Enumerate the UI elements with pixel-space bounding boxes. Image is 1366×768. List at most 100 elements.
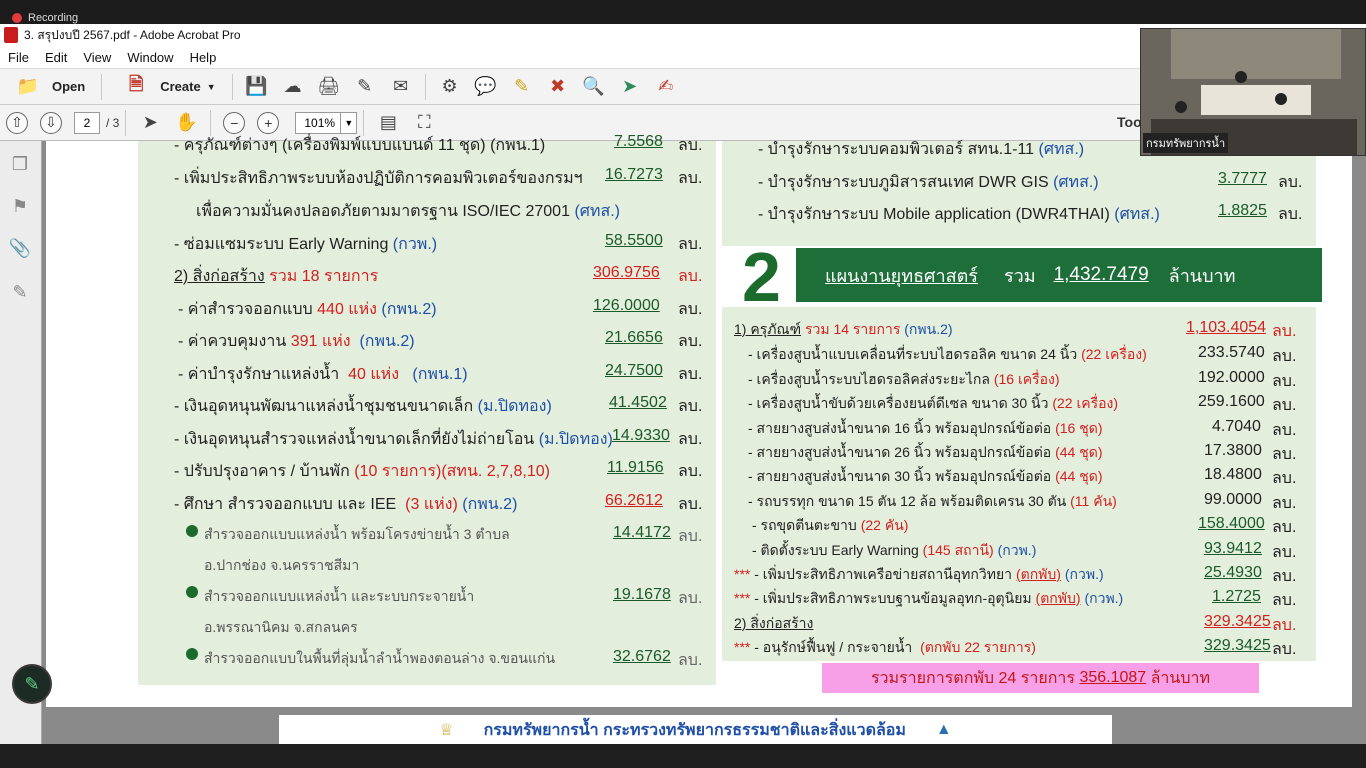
study-line-2-location: อ.พรรณานิคม จ.สกลนคร <box>204 619 358 635</box>
construction-total: 329.3425 <box>1204 613 1271 630</box>
equipment-amount-2: 192.0000 <box>1198 369 1265 386</box>
equipment-amount-4: 4.7040 <box>1212 418 1261 435</box>
chevron-down-icon: ▼ <box>206 81 216 92</box>
strategy-header: แผนงานยุทธศาสตร์ รวม 1,432.7479 ล้านบาท <box>796 248 1322 302</box>
fit-page-icon[interactable]: ▤ <box>376 112 400 134</box>
previous-page-icon[interactable]: ⇧ <box>6 111 28 134</box>
construction-header: 2) สิ่งก่อสร้าง <box>734 615 814 631</box>
left-line-4: - ค่าสำรวจออกแบบ 440 แห่ง (กพน.2) <box>178 301 437 318</box>
study-line-3: สำรวจออกแบบในพื้นที่ลุ่มน้ำลำน้ำพองตอนล่… <box>204 650 556 666</box>
equipment-header: 1) ครุภัณฑ์ รวม 14 รายการ (กพน.2) <box>734 321 953 337</box>
zoom-value: 101% <box>304 115 336 130</box>
edit-document-icon[interactable]: ✎ <box>353 76 377 98</box>
equipment-amount-1: 233.5740 <box>1198 344 1265 361</box>
right-top-unit-1: ลบ. <box>1278 174 1303 191</box>
toolbar-divider <box>101 73 103 100</box>
equipment-amount-6: 18.4800 <box>1204 466 1262 483</box>
save-icon[interactable]: 💾 <box>245 76 269 98</box>
zoom-select[interactable]: 101% ▼ <box>295 111 358 134</box>
annotate-pencil-icon[interactable]: ✎ <box>12 664 52 704</box>
equipment-item-3: - เครื่องสูบน้ำขับด้วยเครื่องยนต์ดีเซล ข… <box>748 395 1119 411</box>
search-document-icon[interactable]: 🔍 <box>582 76 606 98</box>
tools-pane-button[interactable]: Too <box>1117 114 1142 130</box>
left-line-0: - ครุภัณฑ์ต่างๆ (เครื่องพิมพ์แบบแบนด์ 11… <box>174 137 546 154</box>
summary-amount: 356.1087 <box>1079 669 1147 686</box>
study-line-2: สำรวจออกแบบแหล่งน้ำ และระบบกระจายน้ำ <box>204 588 475 604</box>
equipment-item-11: *** - เพิ่มประสิทธิภาพระบบฐานข้อมูลอุทก-… <box>734 590 1124 606</box>
left-line-2: - ซ่อมแซมระบบ Early Warning (กวพ.) <box>174 236 438 253</box>
highlight-icon[interactable]: ✎ <box>510 76 534 98</box>
equipment-amount-8: 158.4000 <box>1198 515 1265 532</box>
left-amount-6: 24.7500 <box>605 362 663 379</box>
menu-view[interactable]: View <box>75 50 119 65</box>
document-view[interactable]: - ครุภัณฑ์ต่างๆ (เครื่องพิมพ์แบบแบนด์ 11… <box>42 133 1366 745</box>
os-bottom-bar <box>0 744 1366 768</box>
left-line-7: - เงินอุดหนุนพัฒนาแหล่งน้ำชุมชนขนาดเล็ก … <box>174 398 552 415</box>
left-amount-3: 306.9756 <box>593 264 660 281</box>
create-button[interactable]: 🗎 Create ▼ <box>108 72 225 102</box>
next-page-icon[interactable]: ⇩ <box>40 111 62 134</box>
left-unit-0: ลบ. <box>678 137 703 154</box>
equipment-amount-10: 25.4930 <box>1204 564 1262 581</box>
equipment-amount-9: 93.9412 <box>1204 540 1262 557</box>
right-top-amount-1: 3.7777 <box>1218 170 1267 187</box>
comment-icon[interactable]: 💬 <box>474 76 498 98</box>
left-line-1: - เพิ่มประสิทธิภาพระบบห้องปฏิบัติการคอมพ… <box>174 170 583 187</box>
left-unit-1: ลบ. <box>678 170 703 187</box>
menu-help[interactable]: Help <box>182 50 225 65</box>
create-pdf-icon: 🗎 <box>128 73 144 94</box>
redact-icon[interactable]: ✖ <box>546 76 570 98</box>
webcam-label: กรมทรัพยากรน้ำ <box>1143 133 1229 153</box>
page-number-input[interactable]: 2 <box>74 111 100 134</box>
bullet-icon <box>186 648 198 660</box>
signatures-icon[interactable]: ✎ <box>9 281 31 303</box>
record-dot-icon <box>12 13 22 23</box>
equipment-item-6: - สายยางสูบส่งน้ำขนาด 30 นิ้ว พร้อมอุปกร… <box>748 468 1103 484</box>
equipment-unit-5: ลบ. <box>1272 446 1297 463</box>
left-line-3: 2) สิ่งก่อสร้าง รวม 18 รายการ <box>174 268 379 285</box>
equipment-unit-6: ลบ. <box>1272 470 1297 487</box>
upload-cloud-icon[interactable]: ☁ <box>281 76 305 98</box>
zoom-in-icon[interactable]: + <box>257 111 280 134</box>
zoom-out-icon[interactable]: − <box>223 111 246 134</box>
open-button[interactable]: 📁 Open <box>0 72 95 102</box>
menu-edit[interactable]: Edit <box>37 50 75 65</box>
left-line-6: - ค่าบำรุงรักษาแหล่งน้ำ 40 แห่ง (กพน.1) <box>178 366 468 383</box>
left-amount-9: 11.9156 <box>607 459 664 476</box>
equipment-item-7: - รถบรรทุก ขนาด 15 ตัน 12 ล้อ พร้อมติดเค… <box>748 493 1117 509</box>
full-screen-icon[interactable]: ⛶ <box>412 112 436 134</box>
left-amount-10: 66.2612 <box>605 492 663 509</box>
menu-file[interactable]: File <box>0 50 37 65</box>
acrobat-pdf-icon <box>4 27 18 43</box>
equipment-unit-8: ลบ. <box>1272 519 1297 536</box>
bullet-icon <box>186 525 198 537</box>
equipment-total: 1,103.4054 <box>1186 319 1267 336</box>
page-thumbnails-icon[interactable]: ❐ <box>9 153 31 175</box>
equipment-item-2: - เครื่องสูบน้ำระบบไฮดรอลิคส่งระยะไกล (1… <box>748 371 1060 387</box>
bookmarks-icon[interactable]: ⚑ <box>9 195 31 217</box>
sign-icon[interactable]: ✍ <box>654 76 678 98</box>
equipment-unit: ลบ. <box>1272 323 1297 340</box>
recording-label: Recording <box>28 12 79 24</box>
webcam-overlay: กรมทรัพยากรน้ำ <box>1140 28 1366 156</box>
left-line-5: - ค่าควบคุมงาน 391 แห่ง (กพน.2) <box>178 333 415 350</box>
department-logo-icon: ▲ <box>935 721 952 738</box>
equipment-item-1: - เครื่องสูบน้ำแบบเคลื่อนที่ระบบไฮดรอลิค… <box>748 346 1147 362</box>
open-label: Open <box>52 79 86 94</box>
left-line-8: - เงินอุดหนุนสำรวจแหล่งน้ำขนาดเล็กที่ยัง… <box>174 431 613 448</box>
right-top-line-0: - บำรุงรักษาระบบคอมพิวเตอร์ สทน.1-11 (ศท… <box>758 141 1085 158</box>
left-amount-8: 14.9330 <box>612 427 670 444</box>
left-unit-10: ลบ. <box>678 496 703 513</box>
equipment-amount-7: 99.0000 <box>1204 491 1262 508</box>
export-icon[interactable]: ➤ <box>618 76 642 98</box>
gear-icon[interactable]: ⚙ <box>438 76 462 98</box>
attachments-icon[interactable]: 📎 <box>9 237 31 259</box>
menu-window[interactable]: Window <box>119 50 181 65</box>
construction-unit: ลบ. <box>1272 617 1297 634</box>
select-cursor-icon[interactable]: ➤ <box>138 112 162 134</box>
next-page-header: ♕ กรมทรัพยากรน้ำ กระทรวงทรัพยากรธรรมชาติ… <box>279 715 1112 745</box>
email-icon[interactable]: ✉ <box>389 76 413 98</box>
hand-tool-icon[interactable]: ✋ <box>174 112 198 134</box>
study-unit-2: ลบ. <box>678 590 703 607</box>
print-icon[interactable]: 🖨 <box>317 76 341 98</box>
